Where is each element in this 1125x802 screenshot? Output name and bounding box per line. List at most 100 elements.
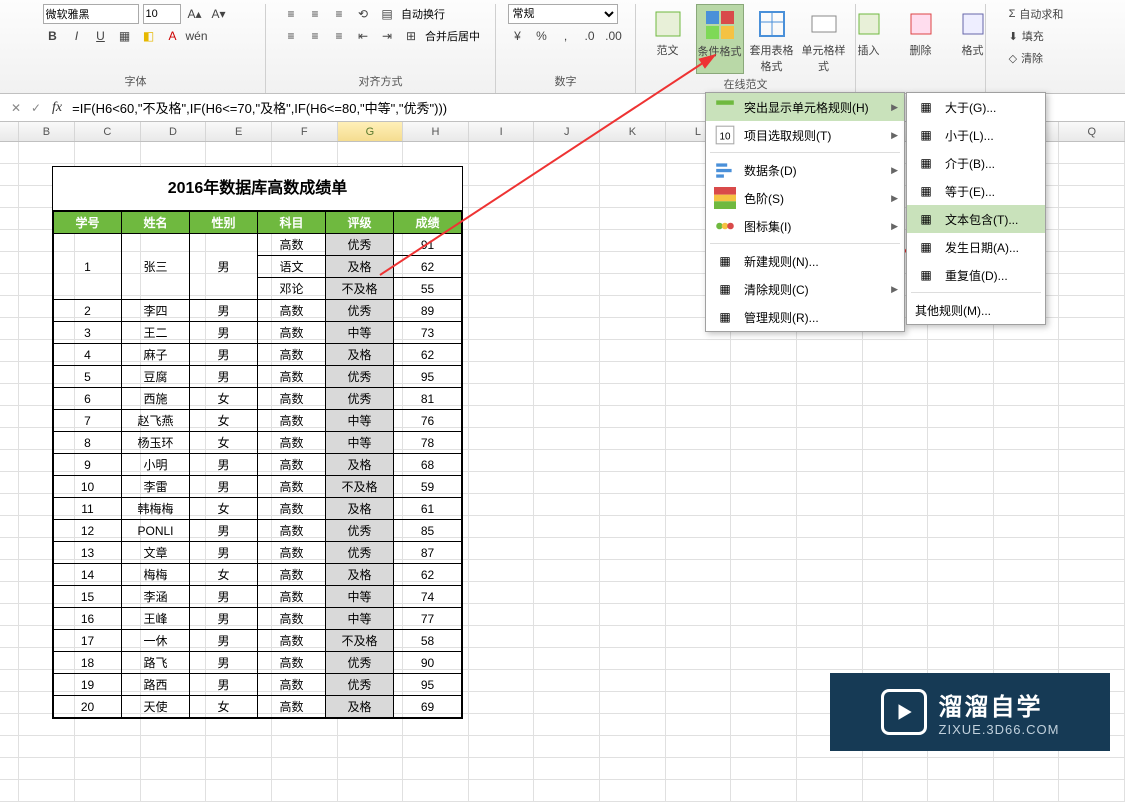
cancel-icon[interactable]: ✕ bbox=[6, 101, 26, 115]
menu-icon-sets[interactable]: 图标集(I)▶ bbox=[706, 212, 904, 240]
table-row[interactable]: 2李四男高数优秀89 bbox=[54, 300, 462, 322]
indent-dec-icon[interactable]: ⇤ bbox=[353, 26, 373, 46]
table-row[interactable]: 6西施女高数优秀81 bbox=[54, 388, 462, 410]
table-format-icon bbox=[756, 8, 788, 40]
table-row[interactable]: 14梅梅女高数及格62 bbox=[54, 564, 462, 586]
watermark: 溜溜自学 ZIXUE.3D66.COM bbox=[830, 673, 1110, 751]
highlight-rules-icon bbox=[714, 97, 736, 117]
menu-clear-rules[interactable]: ▦ 清除规则(C)▶ bbox=[706, 275, 904, 303]
menu-color-scales[interactable]: 色阶(S)▶ bbox=[706, 184, 904, 212]
percent-icon[interactable]: % bbox=[532, 26, 552, 46]
table-format-button[interactable]: 套用表格格式 bbox=[748, 4, 796, 74]
menu-other-rules[interactable]: 其他规则(M)... bbox=[907, 296, 1045, 324]
table-header: 评级 bbox=[326, 212, 394, 234]
table-header: 成绩 bbox=[394, 212, 462, 234]
fill-button[interactable]: ⬇填充 bbox=[1009, 26, 1064, 46]
decrease-font-icon[interactable]: A▾ bbox=[209, 4, 229, 24]
currency-icon[interactable]: ¥ bbox=[508, 26, 528, 46]
dec-decimal-icon[interactable]: .00 bbox=[604, 26, 624, 46]
table-header: 学号 bbox=[54, 212, 122, 234]
delete-button[interactable]: 删除 bbox=[897, 4, 945, 58]
orientation-icon[interactable]: ⟲ bbox=[353, 4, 373, 24]
table-row[interactable]: 13文章男高数优秀87 bbox=[54, 542, 462, 564]
menu-highlight-rules[interactable]: 突出显示单元格规则(H)▶ bbox=[706, 93, 904, 121]
top-bottom-icon: 10 bbox=[714, 125, 736, 145]
menu-manage-rules[interactable]: ▦ 管理规则(R)... bbox=[706, 303, 904, 331]
table-row[interactable]: 11韩梅梅女高数及格61 bbox=[54, 498, 462, 520]
clear-button[interactable]: ◇清除 bbox=[1009, 48, 1064, 68]
autosum-button[interactable]: Σ自动求和 bbox=[1009, 4, 1064, 24]
cell-style-icon bbox=[808, 8, 840, 40]
svg-text:10: 10 bbox=[720, 131, 732, 142]
table-row[interactable]: 16王峰男高数中等77 bbox=[54, 608, 462, 630]
group-label-number: 数字 bbox=[555, 71, 577, 93]
inc-decimal-icon[interactable]: .0 bbox=[580, 26, 600, 46]
align-bottom-icon[interactable]: ≡ bbox=[329, 4, 349, 24]
merge-icon[interactable]: ⊞ bbox=[401, 26, 421, 46]
chevron-right-icon: ▶ bbox=[891, 284, 898, 295]
conditional-format-button[interactable]: 条件格式 bbox=[696, 4, 744, 74]
fill-color-icon[interactable]: ◧ bbox=[139, 26, 159, 46]
table-row[interactable]: 9小明男高数及格68 bbox=[54, 454, 462, 476]
menu-between[interactable]: ▦介于(B)... bbox=[907, 149, 1045, 177]
table-row[interactable]: 4麻子男高数及格62 bbox=[54, 344, 462, 366]
menu-less[interactable]: ▦小于(L)... bbox=[907, 121, 1045, 149]
play-icon bbox=[881, 689, 927, 735]
italic-icon[interactable]: I bbox=[67, 26, 87, 46]
font-size-select[interactable] bbox=[143, 4, 181, 24]
menu-new-rule[interactable]: ▦ 新建规则(N)... bbox=[706, 247, 904, 275]
menu-date[interactable]: ▦发生日期(A)... bbox=[907, 233, 1045, 261]
border-icon[interactable]: ▦ bbox=[115, 26, 135, 46]
table-row[interactable]: 20天使女高数及格69 bbox=[54, 696, 462, 718]
ribbon: A▴ A▾ B I U ▦ ◧ A wén 字体 ≡ ≡ ≡ ⟲ ▤ 自动换行 bbox=[0, 0, 1125, 94]
date-icon: ▦ bbox=[915, 237, 937, 257]
underline-icon[interactable]: U bbox=[91, 26, 111, 46]
table-row[interactable]: 3王二男高数中等73 bbox=[54, 322, 462, 344]
phonetic-icon[interactable]: wén bbox=[187, 26, 207, 46]
confirm-icon[interactable]: ✓ bbox=[26, 101, 46, 115]
cell-style-button[interactable]: 单元格样式 bbox=[800, 4, 848, 74]
bold-icon[interactable]: B bbox=[43, 26, 63, 46]
merge-center-label[interactable]: 合并后居中 bbox=[425, 28, 480, 44]
table-row[interactable]: 17一休男高数不及格58 bbox=[54, 630, 462, 652]
table-row[interactable]: 8杨玉环女高数中等78 bbox=[54, 432, 462, 454]
menu-equal[interactable]: ▦等于(E)... bbox=[907, 177, 1045, 205]
table-row[interactable]: 12PONLI男高数优秀85 bbox=[54, 520, 462, 542]
font-name-select[interactable] bbox=[43, 4, 139, 24]
insert-button[interactable]: 插入 bbox=[845, 4, 893, 58]
menu-text-contains[interactable]: ▦文本包含(T)... bbox=[907, 205, 1045, 233]
menu-data-bars[interactable]: 数据条(D)▶ bbox=[706, 156, 904, 184]
fx-icon[interactable]: fx bbox=[52, 100, 62, 116]
align-top-icon[interactable]: ≡ bbox=[281, 4, 301, 24]
font-color-icon[interactable]: A bbox=[163, 26, 183, 46]
manage-rules-icon: ▦ bbox=[714, 307, 736, 327]
menu-greater[interactable]: ▦大于(G)... bbox=[907, 93, 1045, 121]
number-format-select[interactable]: 常规 bbox=[508, 4, 618, 24]
wrap-text-icon[interactable]: ▤ bbox=[377, 4, 397, 24]
indent-inc-icon[interactable]: ⇥ bbox=[377, 26, 397, 46]
comma-icon[interactable]: , bbox=[556, 26, 576, 46]
wrap-text-label[interactable]: 自动换行 bbox=[401, 6, 445, 22]
table-row[interactable]: 1张三男高数优秀91 bbox=[54, 234, 462, 256]
menu-duplicate[interactable]: ▦重复值(D)... bbox=[907, 261, 1045, 289]
menu-top-bottom[interactable]: 10 项目选取规则(T)▶ bbox=[706, 121, 904, 149]
equal-icon: ▦ bbox=[915, 181, 937, 201]
icon-sets-icon bbox=[714, 216, 736, 236]
table-row[interactable]: 18路飞男高数优秀90 bbox=[54, 652, 462, 674]
table-row[interactable]: 5豆腐男高数优秀95 bbox=[54, 366, 462, 388]
table-row[interactable]: 15李涵男高数中等74 bbox=[54, 586, 462, 608]
template-button[interactable]: 范文 bbox=[644, 4, 692, 74]
data-bars-icon bbox=[714, 160, 736, 180]
color-scales-icon bbox=[714, 188, 736, 208]
data-table: 2016年数据库高数成绩单 学号姓名性别科目评级成绩 1张三男高数优秀91语文及… bbox=[52, 166, 463, 719]
align-center-icon[interactable]: ≡ bbox=[305, 26, 325, 46]
table-row[interactable]: 19路西男高数优秀95 bbox=[54, 674, 462, 696]
table-title: 2016年数据库高数成绩单 bbox=[53, 167, 462, 211]
table-row[interactable]: 7赵飞燕女高数中等76 bbox=[54, 410, 462, 432]
table-row[interactable]: 10李雷男高数不及格59 bbox=[54, 476, 462, 498]
align-middle-icon[interactable]: ≡ bbox=[305, 4, 325, 24]
align-right-icon[interactable]: ≡ bbox=[329, 26, 349, 46]
sigma-icon: Σ bbox=[1009, 8, 1016, 20]
align-left-icon[interactable]: ≡ bbox=[281, 26, 301, 46]
increase-font-icon[interactable]: A▴ bbox=[185, 4, 205, 24]
